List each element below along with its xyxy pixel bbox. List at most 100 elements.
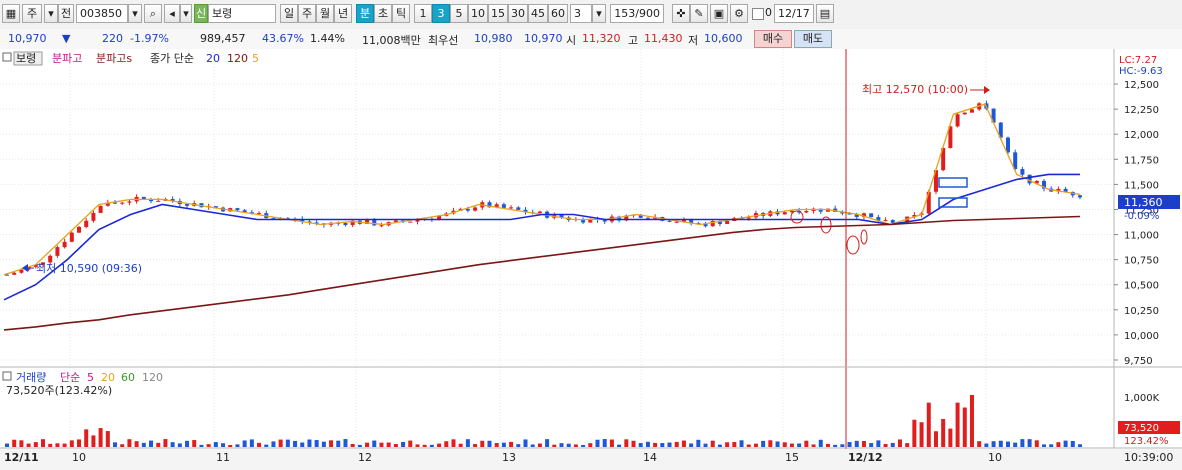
y-tick-label: 11,750 — [1124, 155, 1159, 166]
volume-bar — [689, 443, 694, 447]
hc-value: HC:-9.63 — [1119, 66, 1163, 77]
volume-bar — [321, 441, 326, 447]
volume-bar — [768, 440, 773, 447]
period-month[interactable]: 월 — [316, 4, 334, 23]
volume-bar — [458, 443, 463, 447]
volume-bar — [1049, 444, 1054, 447]
candle-body — [869, 213, 874, 218]
volume-bar — [969, 394, 974, 447]
volume-bar — [271, 441, 276, 447]
low-label: 저 — [688, 34, 699, 47]
period-day[interactable]: 일 — [280, 4, 298, 23]
market-select[interactable]: 주 — [22, 4, 42, 23]
volume-bar — [185, 440, 190, 447]
candle-body — [674, 221, 679, 223]
volume-bar — [127, 439, 132, 447]
volume-bar — [1034, 440, 1039, 447]
volume-bar — [660, 443, 665, 447]
volume-bar — [631, 440, 636, 447]
calendar-icon[interactable]: ▤ — [816, 4, 834, 23]
speaker-icon[interactable]: ◂ — [164, 4, 180, 23]
volume-bar — [530, 444, 535, 447]
period-week[interactable]: 주 — [298, 4, 316, 23]
volume-bar — [581, 444, 586, 447]
stock-name-field[interactable]: 보령 — [208, 4, 276, 23]
volume-bar — [48, 443, 53, 447]
volume-bar — [941, 418, 946, 447]
interval-30[interactable]: 30 — [508, 4, 528, 23]
volume-bar — [62, 443, 67, 447]
candle-body — [465, 208, 470, 211]
volume-bar — [473, 444, 478, 447]
ask-price: 10,980 — [474, 32, 513, 45]
volume-bar — [897, 439, 902, 447]
date-checkbox-label: 0 — [765, 6, 772, 19]
interval-5[interactable]: 5 — [450, 4, 468, 23]
candle-body — [343, 223, 348, 226]
market-dropdown-icon[interactable]: ▾ — [44, 4, 58, 23]
interval-dropdown-icon[interactable]: ▾ — [592, 4, 606, 23]
volume-bar — [1013, 442, 1018, 447]
sell-button[interactable]: 매도 — [794, 30, 832, 48]
volume-bar — [588, 443, 593, 447]
crosshair-icon[interactable]: ✜ — [672, 4, 690, 23]
stock-code-input[interactable]: 003850 — [76, 4, 128, 23]
interval-15[interactable]: 15 — [488, 4, 508, 23]
candle-body — [516, 207, 521, 210]
candle-body — [156, 200, 161, 202]
volume-bar — [1078, 444, 1082, 447]
speaker-dropdown-icon[interactable]: ▾ — [180, 4, 192, 23]
period-second[interactable]: 초 — [374, 4, 392, 23]
candle-body — [55, 247, 60, 256]
candle-body — [1027, 174, 1032, 184]
volume-axis-label: 1,000K — [1124, 393, 1160, 404]
candle-body — [127, 201, 132, 203]
candle-body — [962, 112, 967, 115]
volume-bar — [797, 443, 802, 447]
count-field[interactable]: 153/900 — [610, 4, 664, 23]
interval-45[interactable]: 45 — [528, 4, 548, 23]
date-checkbox[interactable] — [752, 8, 764, 20]
market-type-button[interactable]: 전 — [58, 4, 74, 23]
interval-10[interactable]: 10 — [468, 4, 488, 23]
interval-3[interactable]: 3 — [432, 4, 450, 23]
volume-bar — [300, 442, 305, 447]
volume-bar — [681, 440, 686, 447]
save-icon[interactable]: ▣ — [710, 4, 728, 23]
interval-60[interactable]: 60 — [548, 4, 568, 23]
interval-1[interactable]: 1 — [414, 4, 432, 23]
volume-bar — [696, 439, 701, 447]
candle-body — [98, 205, 103, 213]
volume-bar — [5, 443, 9, 447]
stock-chart[interactable]: 12,50012,25012,00011,75011,50011,25011,0… — [0, 49, 1182, 470]
date-input[interactable]: 12/17 — [774, 4, 814, 23]
volume-bar — [775, 441, 780, 447]
current-price-tag-pct: -0.09% — [1124, 211, 1159, 222]
volume-bar — [624, 439, 629, 447]
buy-button[interactable]: 매수 — [754, 30, 792, 48]
candle-body — [379, 225, 384, 227]
volume-bar — [357, 444, 362, 447]
interval-input[interactable]: 3 — [570, 4, 592, 23]
volume-bar — [221, 443, 226, 447]
volume-bar — [811, 444, 816, 447]
volume-bar — [494, 442, 499, 447]
volume-bar — [991, 441, 996, 447]
volume-bar — [883, 443, 888, 447]
period-year[interactable]: 년 — [334, 4, 352, 23]
volume-bar — [350, 443, 355, 447]
gear-icon[interactable]: ⚙ — [730, 4, 748, 23]
period-minute[interactable]: 분 — [356, 4, 374, 23]
min-price-note: 최저 10,590 (09:36) — [36, 262, 142, 275]
candle-body — [969, 109, 974, 113]
candle-body — [77, 226, 82, 233]
code-dropdown-icon[interactable]: ▾ — [128, 4, 142, 23]
period-tick[interactable]: 틱 — [392, 4, 410, 23]
draw-tool-icon[interactable]: ✎ — [690, 4, 708, 23]
high-label: 고 — [628, 34, 639, 47]
bid-price: 10,970 — [524, 32, 563, 45]
grid-icon[interactable]: ▦ — [2, 4, 20, 23]
time-label-12: 12 — [358, 451, 372, 464]
volume-bar — [926, 402, 931, 447]
search-icon[interactable]: ⌕ — [144, 4, 162, 23]
